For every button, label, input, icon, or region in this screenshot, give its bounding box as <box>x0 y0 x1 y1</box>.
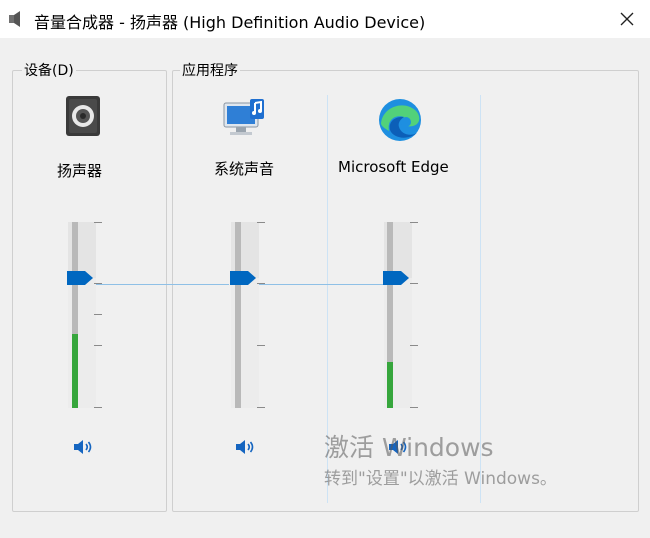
peak-meter <box>72 222 78 408</box>
peak-meter <box>235 222 241 408</box>
volume-link-line <box>256 284 383 285</box>
slider-tick <box>410 222 418 223</box>
close-button[interactable] <box>612 4 642 34</box>
applications-group-label: 应用程序 <box>180 60 240 80</box>
slider-tick <box>410 407 418 408</box>
slider-tick <box>94 345 102 346</box>
activation-watermark-subtitle: 转到"设置"以激活 Windows。 <box>324 469 557 489</box>
slider-tick <box>94 407 102 408</box>
mute-button[interactable] <box>235 438 257 456</box>
slider-tick <box>257 222 265 223</box>
column-name-microsoft-edge: Microsoft Edge <box>338 158 449 176</box>
slider-tick <box>94 283 102 284</box>
column-name-system-sounds: 系统声音 <box>214 160 275 178</box>
peak-meter <box>387 222 393 408</box>
mute-button[interactable] <box>73 438 95 456</box>
slider-tick <box>94 222 102 223</box>
speaker-icon <box>74 440 92 454</box>
slider-tick <box>94 314 102 315</box>
volume-slider-thumb[interactable] <box>229 270 257 286</box>
edge-browser-icon[interactable] <box>377 97 423 147</box>
volume-slider-thumb[interactable] <box>382 270 410 286</box>
slider-tick <box>257 345 265 346</box>
close-icon <box>620 12 634 26</box>
column-name-speakers: 扬声器 <box>57 162 103 180</box>
speaker-icon <box>236 440 254 454</box>
title-bar: 音量合成器 - 扬声器 (High Definition Audio Devic… <box>0 0 650 38</box>
activation-watermark-title: 激活 Windows <box>324 433 494 462</box>
slider-tick <box>257 283 265 284</box>
speaker-device-icon[interactable] <box>63 95 103 141</box>
slider-tick <box>410 283 418 284</box>
window-title: 音量合成器 - 扬声器 (High Definition Audio Devic… <box>34 13 426 32</box>
peak-meter-level <box>387 361 393 408</box>
system-sounds-icon[interactable] <box>222 97 266 141</box>
slider-tick <box>410 345 418 346</box>
devices-group-label: 设备(D) <box>22 60 76 80</box>
volume-mixer-icon <box>8 10 24 28</box>
volume-slider-thumb[interactable] <box>66 270 94 286</box>
peak-meter-level <box>72 333 78 408</box>
slider-tick <box>257 407 265 408</box>
volume-link-line <box>94 284 229 285</box>
